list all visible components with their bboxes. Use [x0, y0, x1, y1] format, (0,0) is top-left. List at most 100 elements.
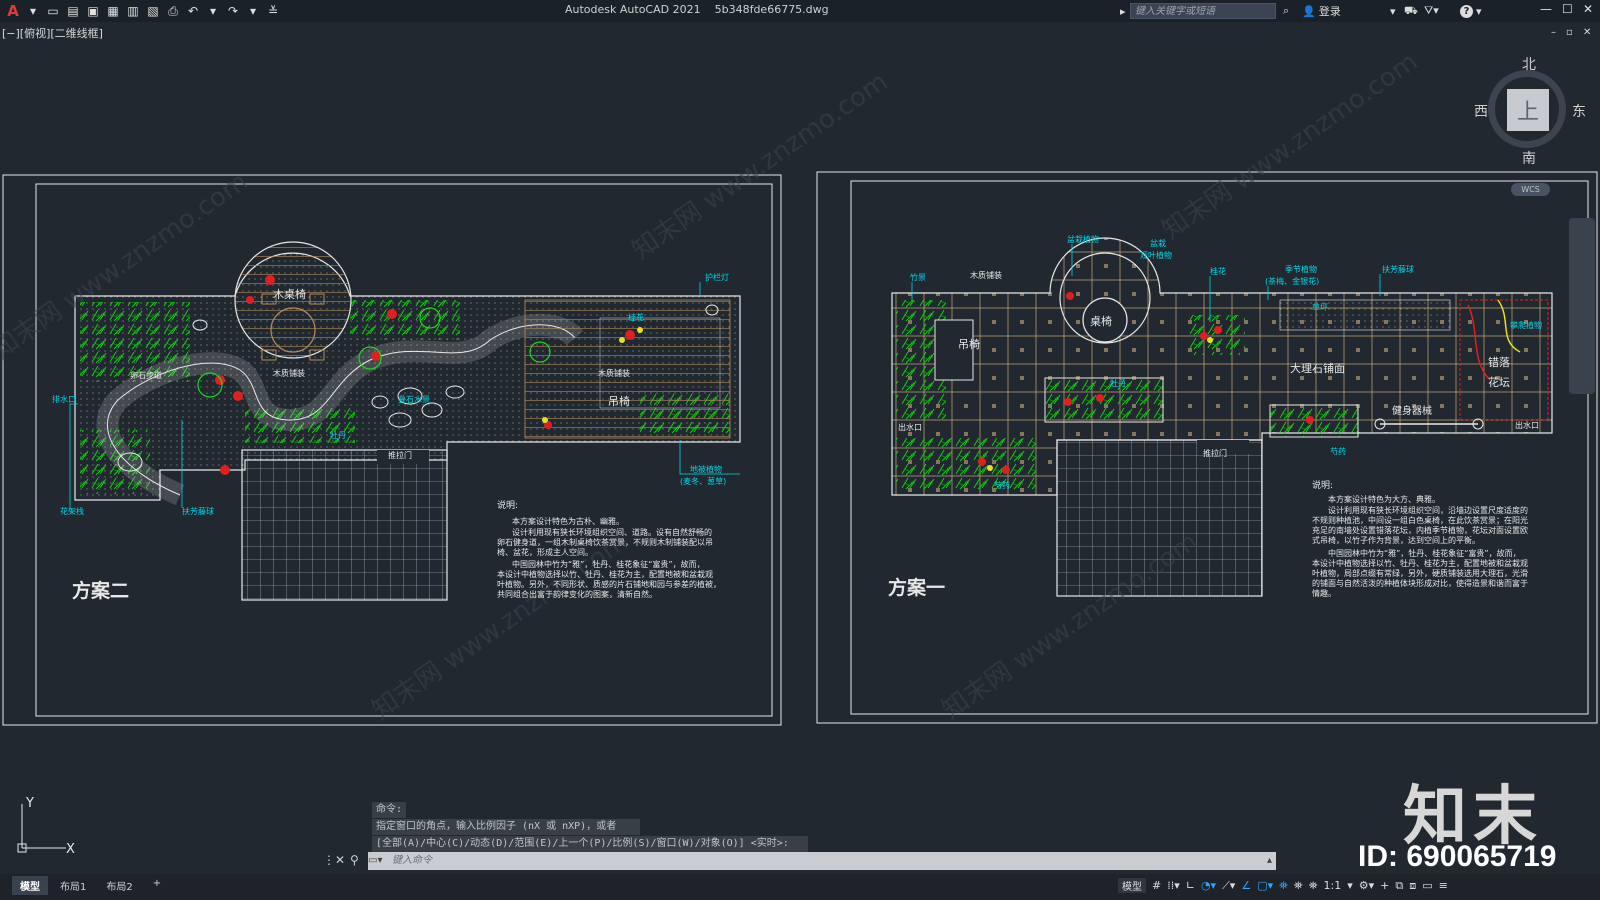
plan-two-title: 方案二: [72, 579, 129, 602]
login-button[interactable]: 👤 登录: [1302, 3, 1341, 19]
polar-tracking-icon[interactable]: ◔▾: [1201, 879, 1216, 892]
plan-two-note-line: 叶植物。另外，不同形状、质感的片石铺地和园与参差的植被，: [497, 579, 721, 589]
file-name: 5b348fde66775.dwg: [714, 3, 829, 16]
grid-icon[interactable]: #: [1152, 879, 1161, 892]
annotation-scale-dropdown-icon[interactable]: ▾: [1347, 879, 1353, 892]
viewcube[interactable]: 上 北 南 西 东: [1474, 57, 1586, 168]
login-label: 登录: [1318, 5, 1341, 18]
redo-icon[interactable]: ↷: [224, 2, 242, 20]
command-history-arrow-icon[interactable]: ▴: [1267, 852, 1272, 870]
compass-west[interactable]: 西: [1474, 101, 1488, 121]
quick-access-toolbar: A ▾ ▭ ▤ ▣ ▦ ▥ ▧ ⎙ ↶ ▾ ↷ ▾ ≚: [0, 0, 282, 22]
clean-screen-icon[interactable]: ▭: [1422, 879, 1432, 892]
annotation-scale-icon[interactable]: ⛯: [1309, 879, 1318, 893]
label-drain-right: 出水口: [1515, 420, 1539, 430]
isolate-objects-icon[interactable]: ⧉: [1395, 879, 1403, 893]
application-menu-chevron-icon[interactable]: ▾: [24, 2, 42, 20]
object-snap-tracking-icon[interactable]: ∠: [1241, 879, 1251, 892]
annotation-visibility-icon[interactable]: ⛯: [1279, 879, 1288, 893]
ucs-x-label: X: [66, 842, 75, 856]
help-button[interactable]: ? ▾: [1460, 3, 1482, 19]
command-history-line: 命令:: [372, 802, 406, 818]
close-icon[interactable]: ✕: [1583, 2, 1593, 16]
open-folder-icon[interactable]: ▤: [64, 2, 82, 20]
layout-tabs: 模型 布局1 布局2 +: [12, 876, 169, 895]
compass-south[interactable]: 南: [1522, 148, 1536, 168]
login-dropdown-icon[interactable]: ▾: [1390, 3, 1396, 19]
customize-toolbar-icon[interactable]: ≚: [264, 2, 282, 20]
annotation-scale-value[interactable]: 1:1: [1324, 879, 1342, 892]
minimize-icon[interactable]: —: [1540, 2, 1552, 16]
label-fitness: 健身器械: [1392, 404, 1432, 417]
label-drain: 排水口: [52, 394, 76, 404]
settings-gear-icon[interactable]: ⚙▾: [1359, 879, 1374, 892]
plot-preview-icon[interactable]: ▧: [144, 2, 162, 20]
add-layout-button[interactable]: +: [145, 876, 169, 895]
label-waterfall: 叠石水景: [398, 394, 430, 404]
command-close-icon[interactable]: ⋮✕: [323, 853, 345, 867]
viewport-close-icon[interactable]: ✕: [1583, 27, 1591, 38]
add-icon[interactable]: +: [1380, 879, 1389, 892]
viewport-controls-label[interactable]: [−][俯视][二维线框]: [2, 25, 103, 41]
command-customize-icon[interactable]: ⚲: [350, 853, 359, 867]
auto-scale-icon[interactable]: ⛯: [1294, 879, 1303, 893]
viewport-restore-icon[interactable]: ▫: [1566, 27, 1573, 38]
plan-two-note-line: 卵石健身道，一组木制桌椅饮茶赏景，不规则木制铺装配以吊: [497, 537, 713, 547]
cart-icon[interactable]: ⛟: [1404, 3, 1418, 19]
new-file-icon[interactable]: ▭: [44, 2, 62, 20]
command-history-line: [全部(A)/中心(C)/动态(D)/范围(E)/上一个(P)/比例(S)/窗口…: [372, 836, 808, 852]
label-hanging-chair: 吊椅: [608, 394, 630, 408]
plan-one-note-line: 的铺面与自然活泼的种植体块形成对比，使得造景和谐而富于: [1312, 578, 1528, 588]
search-icon[interactable]: ⌕: [1283, 3, 1289, 19]
command-input[interactable]: ▭▾ 键入命令 ▴: [368, 852, 1276, 870]
search-input[interactable]: 键入关键字或短语: [1130, 3, 1276, 19]
save-as-icon[interactable]: ▦: [104, 2, 122, 20]
app-name: Autodesk AutoCAD 2021: [565, 3, 701, 16]
autodesk-a360-icon[interactable]: ⛛▾: [1424, 3, 1439, 19]
redo-dropdown-icon[interactable]: ▾: [244, 2, 262, 20]
undo-dropdown-icon[interactable]: ▾: [204, 2, 222, 20]
tab-layout-1[interactable]: 布局1: [52, 876, 94, 895]
help-icon: ?: [1460, 4, 1473, 18]
snap-icon[interactable]: ⁞⁞▾: [1167, 879, 1180, 892]
title-bar: A ▾ ▭ ▤ ▣ ▦ ▥ ▧ ⎙ ↶ ▾ ↷ ▾ ≚ Autodesk Aut…: [0, 0, 1600, 22]
object-snap-icon[interactable]: ▢▾: [1257, 879, 1273, 892]
customization-menu-icon[interactable]: ≡: [1439, 879, 1448, 892]
drawing-canvas[interactable]: 知末网 www.znzmo.com 知末网 www.znzmo.com 知末网 …: [0, 40, 1600, 780]
print-icon[interactable]: ⎙: [164, 2, 182, 20]
command-history: 命令: 指定窗口的角点，输入比例因子 (nX 或 nXP)，或者 [全部(A)/…: [372, 802, 808, 853]
viewcube-top-face[interactable]: 上: [1507, 89, 1549, 131]
tab-model[interactable]: 模型: [12, 876, 48, 895]
autocad-logo-icon[interactable]: A: [4, 2, 22, 20]
watermark-id: ID: 690065719: [1358, 840, 1557, 873]
compass-north[interactable]: 北: [1522, 54, 1536, 74]
label-wood-paving: 木质铺装: [970, 270, 1002, 280]
wcs-menu-button[interactable]: WCS: [1511, 183, 1550, 196]
hardware-acceleration-icon[interactable]: ⧈: [1409, 879, 1416, 893]
plan-two-note-line: 共同组合出富于韵律变化的图案，清新自然。: [497, 589, 657, 599]
navigation-bar[interactable]: [1569, 218, 1595, 394]
label-peony: 牡丹: [330, 430, 346, 440]
model-space-button[interactable]: 模型: [1118, 878, 1146, 893]
label-potted2-sub: 观叶植物: [1140, 250, 1172, 260]
plan-one-note-line: 充足的南墙处设置错落花坛，内植季节植物，花坛对面设置欧: [1312, 525, 1528, 535]
isodraft-icon[interactable]: ⟋▾: [1222, 879, 1235, 893]
ucs-icon: Y X: [17, 796, 75, 856]
maximize-icon[interactable]: ☐: [1562, 2, 1573, 16]
tab-layout-2[interactable]: 布局2: [98, 876, 140, 895]
label-wood-paving: 木质铺装: [273, 368, 305, 378]
label-peony: 牡丹: [1110, 378, 1126, 388]
plan-one-note-line: 本方案设计特色为大方、典雅。: [1328, 494, 1440, 504]
compass-east[interactable]: 东: [1572, 101, 1586, 121]
plan-two-note-line: 设计利用现有狭长环境组织空间、道路。设有自然舒畅的: [512, 527, 712, 537]
label-groundcover-sub: (麦冬、葱草): [680, 476, 726, 486]
publish-icon[interactable]: ▥: [124, 2, 142, 20]
save-icon[interactable]: ▣: [84, 2, 102, 20]
command-prompt-icon[interactable]: ▭▾: [368, 852, 392, 870]
label-pebble-path: 卵石步道: [130, 370, 162, 380]
viewport-minimize-icon[interactable]: –: [1551, 27, 1556, 38]
undo-icon[interactable]: ↶: [184, 2, 202, 20]
ortho-icon[interactable]: ∟: [1186, 879, 1195, 892]
search-expand-arrow-icon[interactable]: ▸: [1120, 3, 1126, 19]
label-arm-ball: 扶芳藤球: [1382, 264, 1414, 274]
